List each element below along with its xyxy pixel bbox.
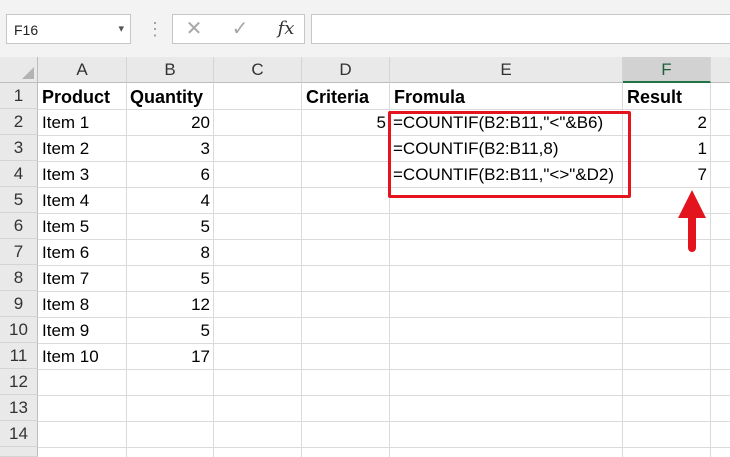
grid-line [38, 447, 730, 448]
cell-b2[interactable]: 20 [126, 110, 214, 136]
cell-a9[interactable]: Item 8 [38, 292, 127, 318]
row-header-5[interactable]: 5 [0, 187, 38, 213]
row-header-15[interactable] [0, 447, 38, 457]
column-header-b[interactable]: B [127, 57, 214, 83]
row-header-10[interactable]: 10 [0, 317, 38, 343]
row-header-4[interactable]: 4 [0, 161, 38, 187]
cancel-icon[interactable]: ✕ [179, 17, 209, 41]
grid-line [301, 83, 302, 457]
row-header-2[interactable]: 2 [0, 109, 38, 135]
insert-function-icon[interactable]: fx [271, 17, 301, 41]
column-header-g[interactable] [711, 57, 730, 83]
row-header-6[interactable]: 6 [0, 213, 38, 239]
name-box[interactable]: F16 ▾ [6, 14, 131, 44]
row-header-13[interactable]: 13 [0, 395, 38, 421]
column-header-f[interactable]: F [623, 57, 711, 83]
row-header-11[interactable]: 11 [0, 343, 38, 369]
cell-e1[interactable]: Fromula [390, 84, 623, 110]
formula-highlight-box [388, 111, 631, 198]
up-arrow-icon [678, 190, 706, 252]
cell-a2[interactable]: Item 1 [38, 110, 127, 136]
formula-bar-area: F16 ▾ ⋮ ✕ ✓ fx [0, 0, 730, 58]
cell-b1[interactable]: Quantity [126, 84, 214, 110]
cell-a1[interactable]: Product [38, 84, 127, 110]
column-header-e[interactable]: E [390, 57, 623, 83]
cell-a3[interactable]: Item 2 [38, 136, 127, 162]
row-header-1[interactable]: 1 [0, 83, 38, 109]
cell-b9[interactable]: 12 [126, 292, 214, 318]
enter-icon[interactable]: ✓ [225, 17, 255, 41]
cell-a11[interactable]: Item 10 [38, 344, 127, 370]
cell-a10[interactable]: Item 9 [38, 318, 127, 344]
cell-a4[interactable]: Item 3 [38, 162, 127, 188]
select-all-button[interactable] [0, 57, 38, 83]
cell-f1[interactable]: Result [623, 84, 711, 110]
column-header-c[interactable]: C [214, 57, 302, 83]
cell-b5[interactable]: 4 [126, 188, 214, 214]
column-header-a[interactable]: A [38, 57, 127, 83]
cell-f4[interactable]: 7 [623, 162, 711, 188]
cell-f3[interactable]: 1 [623, 136, 711, 162]
cell-b10[interactable]: 5 [126, 318, 214, 344]
cell-f2[interactable]: 2 [623, 110, 711, 136]
row-header-14[interactable]: 14 [0, 421, 38, 447]
drag-handle-icon[interactable]: ⋮ [146, 14, 164, 44]
cell-b11[interactable]: 17 [126, 344, 214, 370]
select-all-icon [22, 67, 34, 79]
cell-a7[interactable]: Item 6 [38, 240, 127, 266]
cell-b8[interactable]: 5 [126, 266, 214, 292]
chevron-down-icon[interactable]: ▾ [118, 22, 124, 35]
row-header-9[interactable]: 9 [0, 291, 38, 317]
cell-a5[interactable]: Item 4 [38, 188, 127, 214]
formula-buttons: ✕ ✓ fx [172, 14, 305, 44]
cell-a6[interactable]: Item 5 [38, 214, 127, 240]
row-header-8[interactable]: 8 [0, 265, 38, 291]
grid-line [38, 395, 730, 396]
column-header-d[interactable]: D [302, 57, 390, 83]
cell-b4[interactable]: 6 [126, 162, 214, 188]
cell-b7[interactable]: 8 [126, 240, 214, 266]
row-header-3[interactable]: 3 [0, 135, 38, 161]
row-header-7[interactable]: 7 [0, 239, 38, 265]
row-header-12[interactable]: 12 [0, 369, 38, 395]
name-box-value: F16 [14, 22, 39, 38]
grid-line [38, 421, 730, 422]
cell-a8[interactable]: Item 7 [38, 266, 127, 292]
cell-b3[interactable]: 3 [126, 136, 214, 162]
cell-d1[interactable]: Criteria [302, 84, 390, 110]
cell-d2[interactable]: 5 [302, 110, 390, 136]
cell-b6[interactable]: 5 [126, 214, 214, 240]
formula-input[interactable] [311, 14, 730, 44]
